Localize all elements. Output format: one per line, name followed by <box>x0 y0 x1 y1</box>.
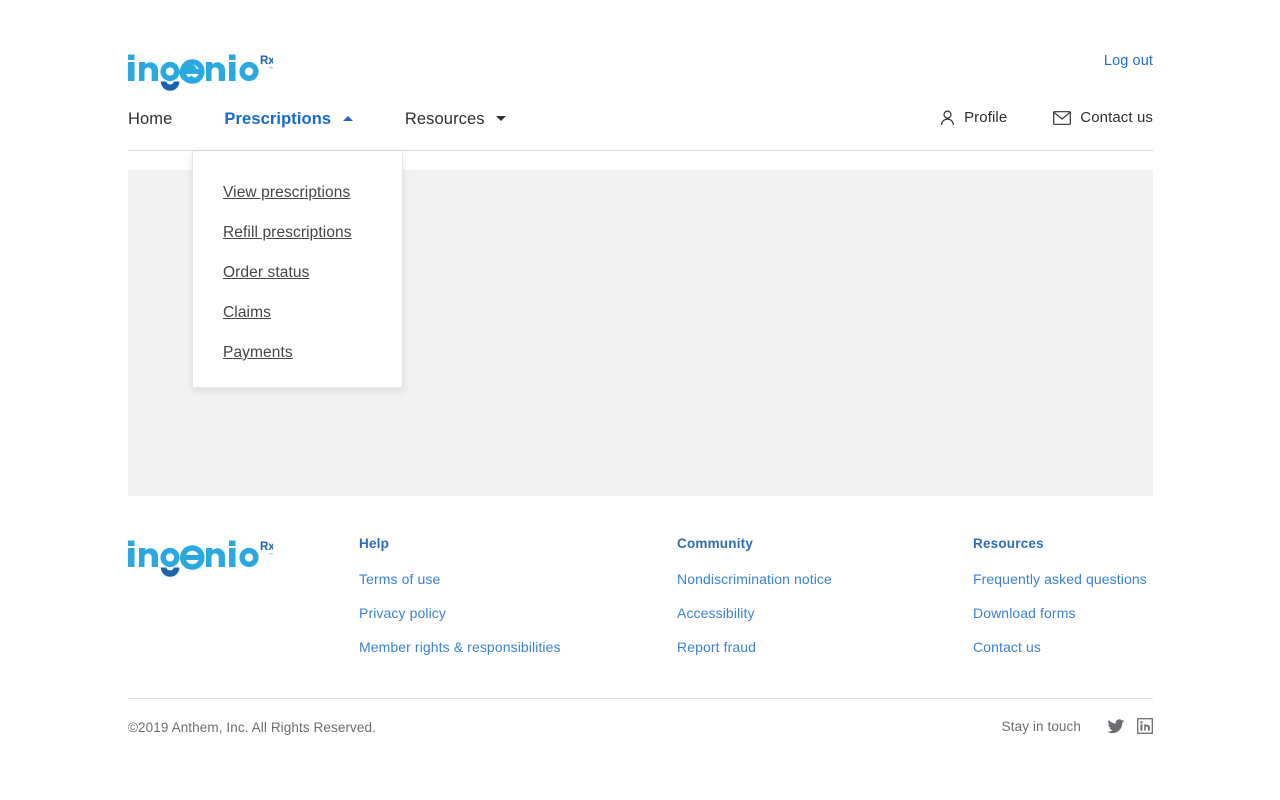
dropdown-item-order-status[interactable]: Order status <box>193 253 402 293</box>
footer-logo[interactable]: Rx <box>128 538 275 578</box>
nav-item-home-label: Home <box>128 110 173 128</box>
nav-item-resources-label: Resources <box>404 110 485 128</box>
footer-column-resources: Resources Frequently asked questions Dow… <box>973 536 1203 673</box>
footer-link-contact-us[interactable]: Contact us <box>973 639 1203 655</box>
nav-profile-button[interactable]: Profile <box>940 109 1007 126</box>
svg-text:Rx: Rx <box>260 55 273 67</box>
footer-heading-help: Help <box>359 536 390 551</box>
nav-profile-label: Profile <box>964 109 1008 126</box>
chevron-down-icon <box>496 116 507 121</box>
stay-in-touch-label: Stay in touch <box>1001 718 1081 734</box>
nav-contact-us-button[interactable]: Contact us <box>1053 109 1153 126</box>
top-bar: Rx Log out <box>128 40 1153 100</box>
footer: Rx Help Terms of use Privacy policy Memb… <box>128 530 1153 690</box>
svg-text:Rx: Rx <box>260 541 273 553</box>
envelope-icon <box>1053 110 1072 125</box>
nav-left-group: Home Prescriptions Resources <box>128 100 558 129</box>
nav-item-prescriptions[interactable]: Prescriptions <box>224 100 353 129</box>
footer-link-download-forms[interactable]: Download forms <box>973 605 1203 621</box>
page-root: Rx Log out Home Prescriptions Resources <box>0 0 1280 800</box>
nav-item-home[interactable]: Home <box>128 100 172 129</box>
dropdown-item-payments[interactable]: Payments <box>193 333 402 373</box>
nav-item-prescriptions-label: Prescriptions <box>224 110 332 128</box>
footer-heading-community: Community <box>677 536 754 551</box>
dropdown-item-claims[interactable]: Claims <box>193 293 402 333</box>
twitter-icon[interactable] <box>1107 718 1125 734</box>
nav-item-resources[interactable]: Resources <box>404 100 507 129</box>
footer-link-terms-of-use[interactable]: Terms of use <box>359 571 589 587</box>
footer-link-nondiscrimination-notice[interactable]: Nondiscrimination notice <box>677 571 907 587</box>
footer-link-accessibility[interactable]: Accessibility <box>677 605 907 621</box>
main-navigation: Home Prescriptions Resources Profile Con… <box>128 100 1153 151</box>
nav-contact-us-label: Contact us <box>1080 109 1153 126</box>
footer-link-privacy-policy[interactable]: Privacy policy <box>359 605 589 621</box>
dropdown-item-refill-prescriptions[interactable]: Refill prescriptions <box>193 213 402 253</box>
footer-divider <box>128 698 1153 699</box>
copyright-text: ©2019 Anthem, Inc. All Rights Reserved. <box>128 720 376 735</box>
footer-column-help: Help Terms of use Privacy policy Member … <box>359 536 589 673</box>
logout-link[interactable]: Log out <box>1104 53 1153 69</box>
chevron-up-icon <box>342 116 353 121</box>
footer-link-report-fraud[interactable]: Report fraud <box>677 639 907 655</box>
footer-link-member-rights[interactable]: Member rights & responsibilities <box>359 639 589 655</box>
linkedin-icon[interactable] <box>1137 718 1153 734</box>
footer-link-faq[interactable]: Frequently asked questions <box>973 571 1203 587</box>
social-group: Stay in touch <box>1002 718 1153 734</box>
nav-right-group: Profile Contact us <box>894 109 1153 126</box>
bottom-bar: ©2019 Anthem, Inc. All Rights Reserved. … <box>128 712 1153 762</box>
footer-heading-resources: Resources <box>973 536 1044 551</box>
footer-column-community: Community Nondiscrimination notice Acces… <box>677 536 907 673</box>
header-logo[interactable]: Rx <box>128 52 275 92</box>
prescriptions-dropdown-menu: View prescriptions Refill prescriptions … <box>192 151 403 388</box>
user-icon <box>940 109 955 126</box>
dropdown-item-view-prescriptions[interactable]: View prescriptions <box>193 173 402 213</box>
